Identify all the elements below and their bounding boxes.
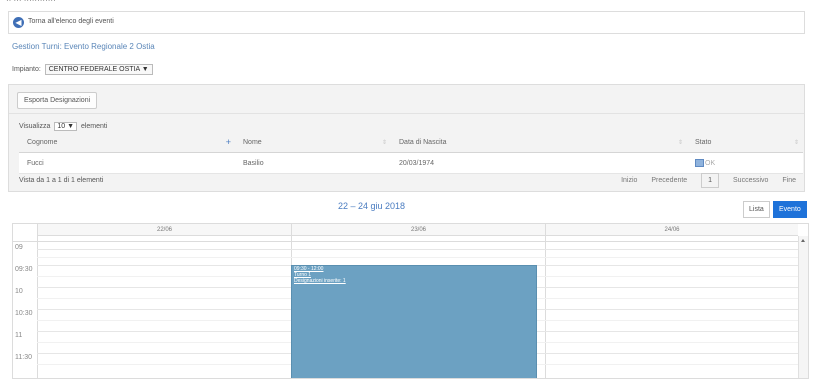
time-label: 11 (15, 332, 23, 339)
designations-panel: Esporta Designazioni Visualizza 10 ▼ ele… (8, 84, 805, 192)
column-label[interactable]: Nome (243, 139, 262, 146)
status-calendar-icon[interactable] (695, 159, 704, 167)
sort-icon[interactable]: ⇕ (794, 139, 799, 146)
sort-asc-icon[interactable]: + (226, 137, 231, 147)
column-header-nome[interactable]: Nome ⇕ (235, 133, 391, 153)
designations-table: Cognome + Nome ⇕ Data di Nascita ⇕ Stato ⇕ F… (19, 133, 803, 174)
event-designations[interactable]: Designazioni inserite: 1 (292, 278, 536, 284)
page-length-value[interactable]: 10 (57, 123, 65, 130)
sort-icon[interactable]: ⇕ (382, 139, 387, 146)
column-header-cognome[interactable]: Cognome + (19, 133, 235, 153)
page-length-suffix: elementi (80, 123, 108, 130)
pager-prev[interactable]: Precedente (651, 177, 687, 184)
top-strip-text: ·· ··· ············ (6, 0, 56, 5)
time-label: 10 (15, 288, 23, 295)
pager-last[interactable]: Fine (782, 177, 796, 184)
cell-stato: OK (687, 152, 803, 174)
all-day-row (13, 236, 808, 242)
list-view-button[interactable]: Lista (743, 201, 770, 218)
time-label: 11:30 (15, 354, 32, 361)
calendar-event[interactable]: 09:30 - 12:00 Turno 1 Designazioni inser… (291, 265, 537, 378)
time-label: 09:30 (15, 266, 33, 273)
time-label: 10:30 (15, 310, 33, 317)
column-header-data-nascita[interactable]: Data di Nascita ⇕ (391, 133, 687, 153)
plant-select[interactable]: CENTRO FEDERALE OSTIA ▼ (44, 64, 153, 75)
table-header-row: Cognome + Nome ⇕ Data di Nascita ⇕ Stato ⇕ (19, 133, 803, 153)
pagination: Inizio Precedente 1 Successivo Fine (609, 173, 796, 188)
back-arrow-icon[interactable]: ◀ (13, 17, 24, 28)
column-label[interactable]: Cognome (27, 139, 57, 146)
day-header-24-06: 24/06 (545, 224, 798, 236)
export-designations-button[interactable]: Esporta Designazioni (17, 92, 98, 109)
column-label[interactable]: Data di Nascita (399, 139, 446, 146)
event-view-button[interactable]: Evento (773, 201, 807, 218)
table-info: Vista da 1 a 1 di 1 elementi (19, 177, 104, 184)
day-header-22-06: 22/06 (37, 224, 291, 236)
column-header-stato[interactable]: Stato ⇕ (687, 133, 803, 153)
plant-select-value[interactable]: CENTRO FEDERALE OSTIA (49, 66, 140, 73)
page-length-select[interactable]: 10 ▼ (54, 122, 78, 131)
sort-icon[interactable]: ⇕ (678, 139, 683, 146)
page-length-control: Visualizza 10 ▼ elementi (19, 122, 107, 131)
pager-current-page[interactable]: 1 (701, 173, 720, 188)
pager-next[interactable]: Successivo (733, 177, 768, 184)
top-strip: ·· ··· ············ (0, 0, 814, 9)
page-length-prefix: Visualizza (19, 123, 51, 130)
day-header-23-06: 23/06 (291, 224, 545, 236)
calendar-grid: 22/06 23/06 24/06 09 09:30 10 10:30 11 1… (12, 223, 809, 379)
scroll-up-icon[interactable] (801, 239, 805, 242)
cell-cognome: Fucci (19, 152, 235, 174)
chevron-down-icon[interactable]: ▼ (142, 66, 149, 73)
table-row[interactable]: Fucci Basilio 20/03/1974 OK (19, 152, 803, 174)
hour-line (37, 249, 798, 250)
plant-label: Impianto: (12, 66, 41, 73)
back-link-label[interactable]: Torna all'elenco degli eventi (28, 18, 114, 25)
page-title: Gestion Turni: Evento Regionale 2 Ostia (12, 42, 155, 51)
pager-first[interactable]: Inizio (621, 177, 637, 184)
cell-nome: Basilio (235, 152, 391, 174)
half-hour-line (37, 257, 798, 258)
cell-data-nascita: 20/03/1974 (391, 152, 687, 174)
column-label[interactable]: Stato (695, 139, 711, 146)
calendar-scrollbar[interactable] (798, 236, 808, 378)
time-label: 09 (15, 244, 23, 251)
divider (9, 113, 804, 114)
plant-row: Impianto: CENTRO FEDERALE OSTIA ▼ (12, 64, 153, 75)
status-text: OK (705, 159, 716, 167)
calendar-range-title: 22 – 24 giu 2018 (338, 201, 406, 211)
back-link-bar[interactable]: ◀ Torna all'elenco degli eventi (8, 11, 805, 34)
